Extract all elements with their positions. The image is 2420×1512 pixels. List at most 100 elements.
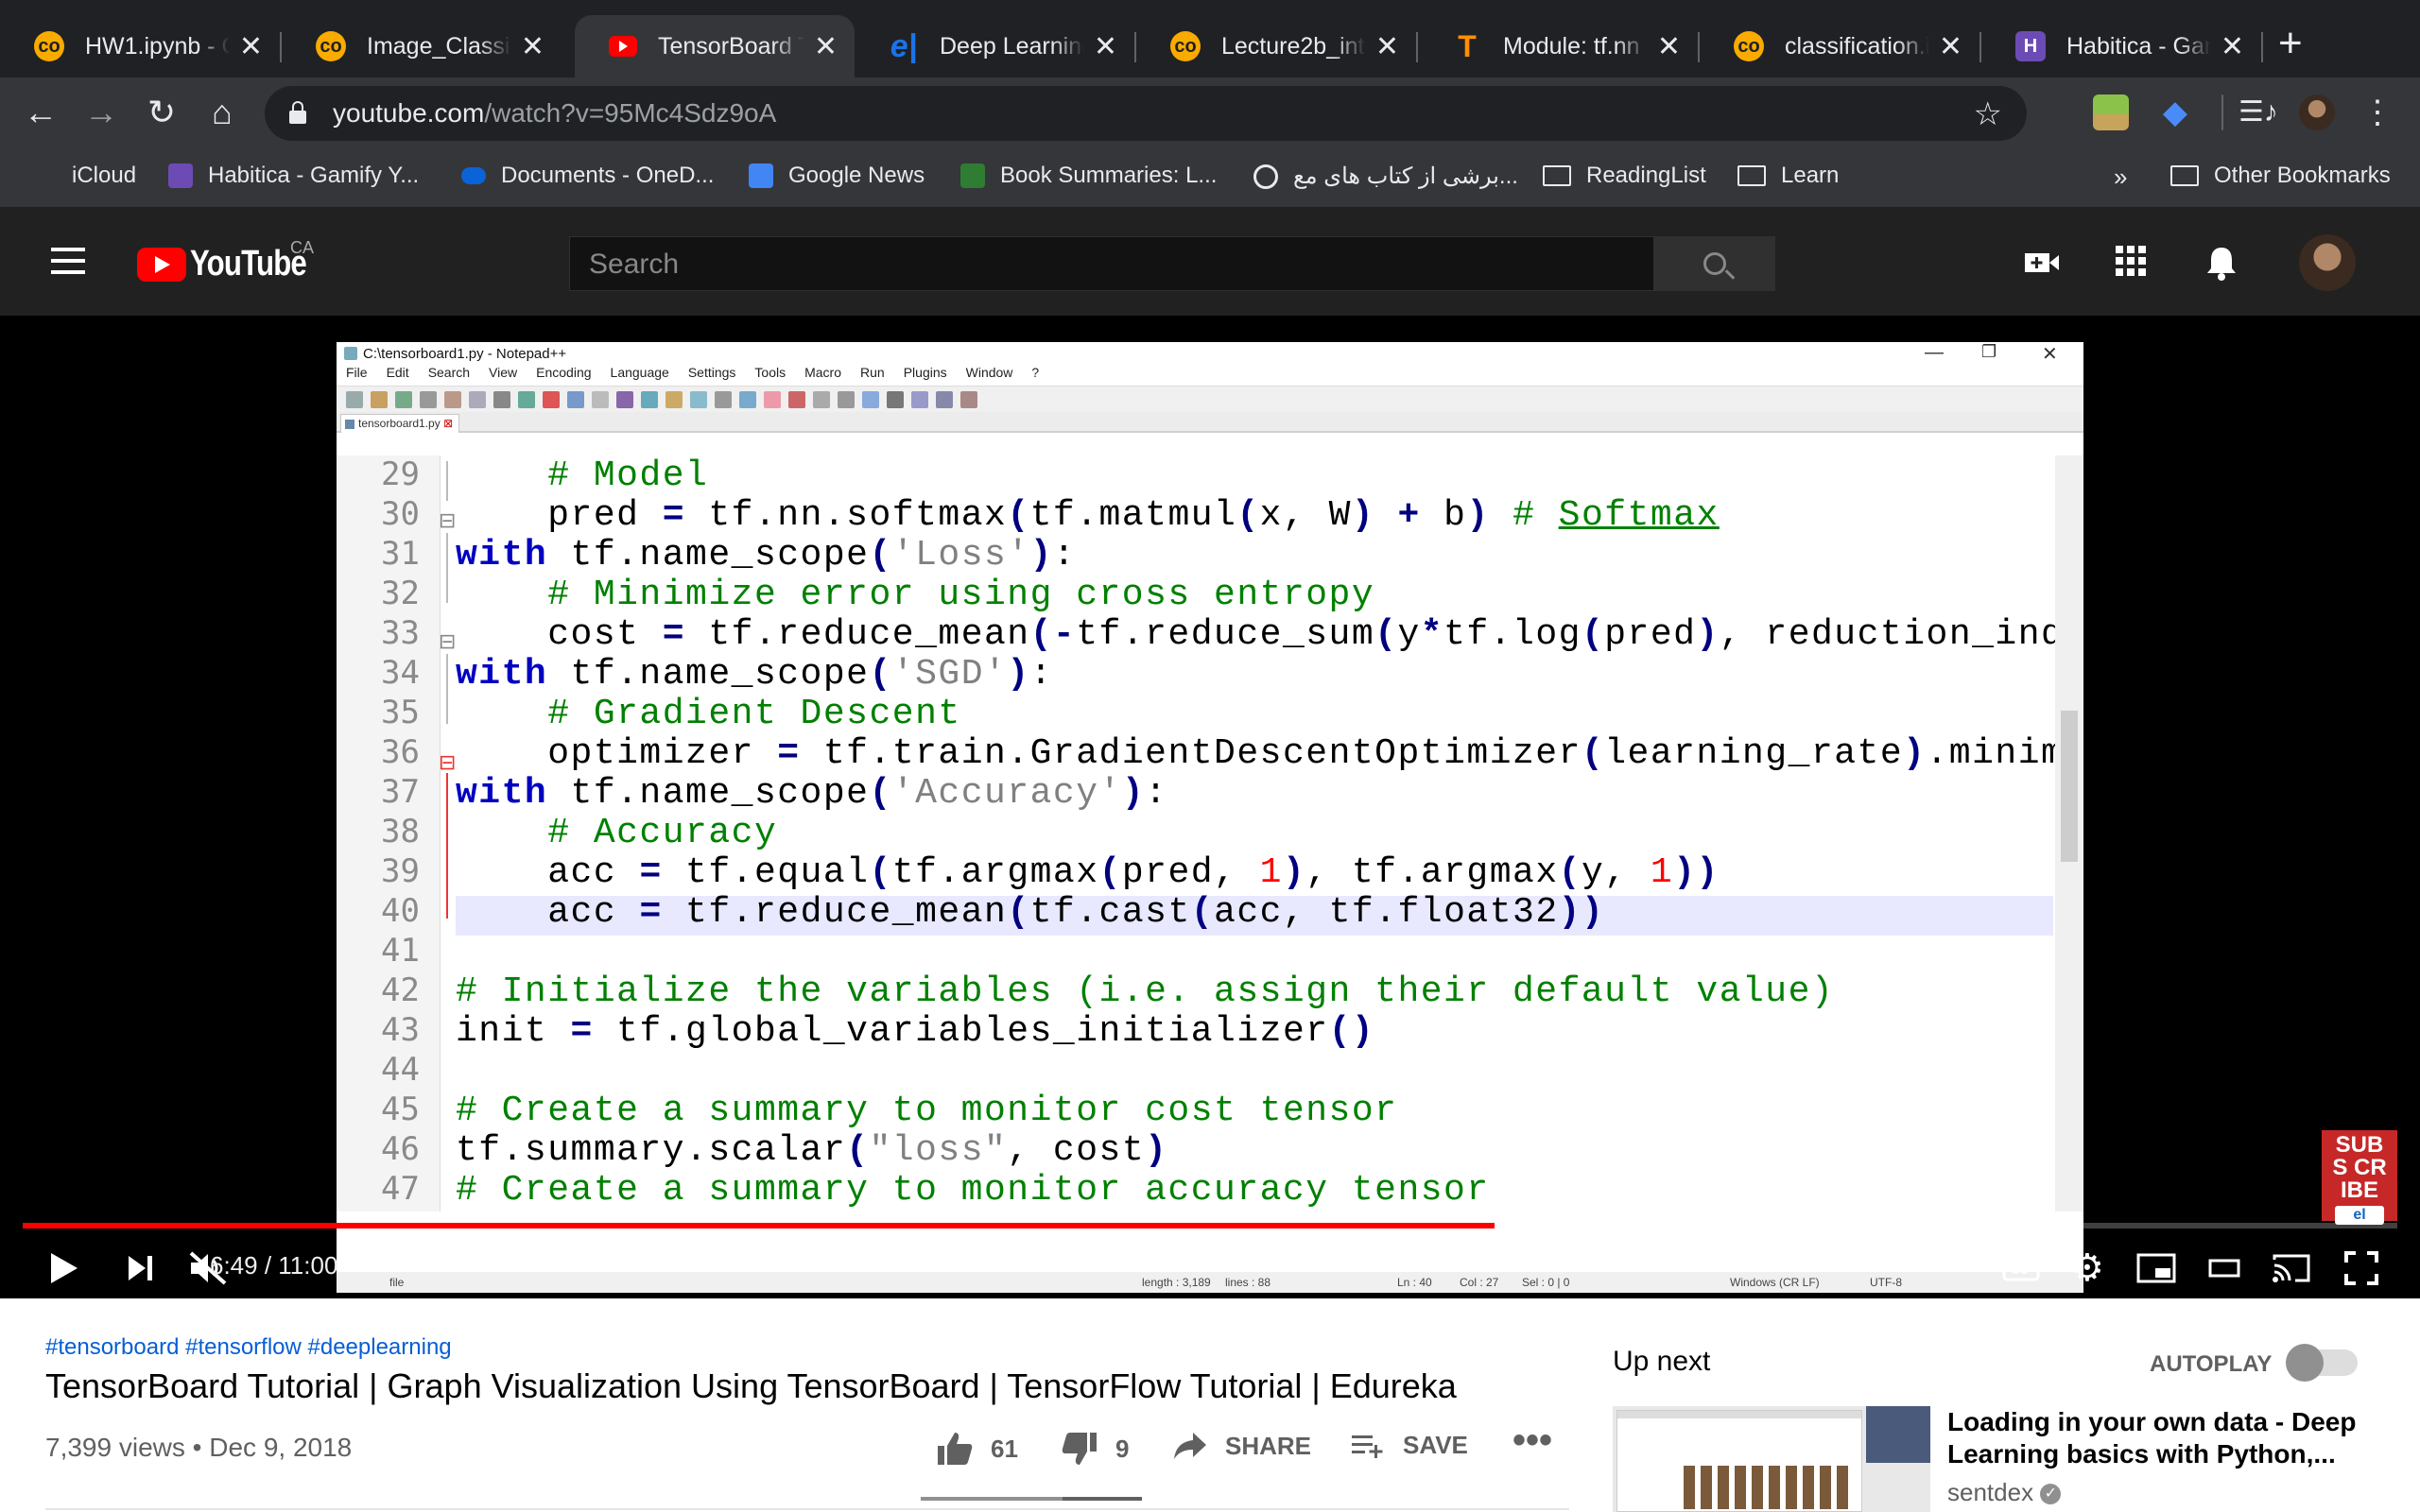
tab-tensorboard-tutorial[interactable]: TensorBoard Tu ✕: [575, 15, 855, 77]
folder-icon: [2170, 165, 2199, 186]
close-tab-icon[interactable]: ✕: [521, 30, 544, 63]
code-line: # Create a summary to monitor cost tenso…: [456, 1091, 1398, 1131]
more-actions-icon[interactable]: •••: [1512, 1419, 1552, 1462]
url-text: youtube.com/watch?v=95Mc4Sdz9oA: [333, 98, 777, 128]
playlist-add-icon: [1352, 1435, 1383, 1458]
notifications-bell-icon[interactable]: [2204, 244, 2242, 282]
like-button[interactable]: 61: [936, 1431, 1018, 1467]
cast-icon: [2273, 1254, 2310, 1282]
share-button[interactable]: SHARE: [1172, 1431, 1311, 1461]
theater-mode-button[interactable]: [2208, 1240, 2240, 1297]
fold-line-active: [446, 773, 448, 919]
captions-button[interactable]: CC: [2002, 1240, 2040, 1297]
habitica-icon: [168, 163, 193, 188]
create-video-icon[interactable]: [2023, 244, 2061, 282]
progress-bar[interactable]: [23, 1223, 2397, 1228]
tab-separator: [2261, 32, 2263, 62]
tab-classification[interactable]: co classification.ip ✕: [1700, 15, 1979, 77]
toolbar-button-icon: [493, 390, 510, 408]
address-bar[interactable]: youtube.com/watch?v=95Mc4Sdz9oA ☆: [265, 86, 2027, 141]
notepad-menu-item: Edit: [386, 365, 409, 380]
close-tab-icon[interactable]: ✕: [1094, 30, 1117, 63]
search-input[interactable]: Search: [569, 236, 1654, 291]
subscribe-watermark[interactable]: SUBS CRIBE el: [2322, 1130, 2397, 1225]
bookmark-icloud[interactable]: iCloud: [28, 163, 136, 189]
tab-image-classification[interactable]: co Image_Classific ✕: [282, 15, 562, 77]
tab-title: Module: tf.nn: [1503, 32, 1640, 60]
close-tab-icon[interactable]: ✕: [239, 30, 263, 63]
toolbar-button-icon: [887, 390, 904, 408]
notepad-menu-item: Search: [427, 365, 471, 380]
close-tab-icon[interactable]: ✕: [1939, 30, 1962, 63]
youtube-play-icon: [137, 247, 186, 282]
forward-icon[interactable]: →: [78, 89, 125, 136]
next-video-channel[interactable]: sentdex ✓: [1947, 1478, 2062, 1507]
colab-icon: co: [316, 31, 346, 61]
fullscreen-button[interactable]: [2344, 1240, 2378, 1297]
dislike-button[interactable]: 9: [1061, 1431, 1129, 1467]
bookmarks-overflow-button[interactable]: »: [2114, 163, 2127, 192]
book-icon: [960, 163, 985, 188]
bookmark-learn[interactable]: Learn: [1737, 163, 1839, 189]
close-tab-icon[interactable]: ✕: [1657, 30, 1681, 63]
folder-icon: [1543, 165, 1571, 186]
bookmark-star-icon[interactable]: ☆: [1974, 95, 2002, 133]
video-frame-notepad: C:\tensorboard1.py - Notepad++ — ❐ ✕ Fil…: [337, 342, 2083, 1293]
tab-deep-learning[interactable]: e| Deep Learning ✕: [855, 15, 1134, 77]
extension-icon[interactable]: ◆: [2157, 94, 2193, 130]
media-control-icon[interactable]: ☰♪: [2238, 94, 2278, 130]
bookmark-google-news[interactable]: Google News: [749, 163, 925, 189]
next-video-thumbnail[interactable]: [1613, 1406, 1930, 1512]
cloud-icon: [461, 167, 486, 184]
close-tab-icon[interactable]: ✕: [2221, 30, 2244, 63]
menu-icon[interactable]: ⋮: [2360, 94, 2395, 130]
back-icon[interactable]: ←: [17, 89, 64, 136]
account-avatar[interactable]: [2299, 234, 2356, 291]
scrollbar-thumb: [2061, 711, 2078, 862]
tab-tf-nn[interactable]: T Module: tf.nn ✕: [1418, 15, 1698, 77]
play-button[interactable]: [47, 1240, 81, 1297]
tab-lecture2b[interactable]: co Lecture2b_intro ✕: [1136, 15, 1416, 77]
bookmark-onedrive[interactable]: Documents - OneD...: [461, 163, 714, 189]
youtube-logo[interactable]: YouTube CA: [137, 238, 332, 284]
search-button[interactable]: [1654, 236, 1775, 291]
home-icon[interactable]: ⌂: [199, 89, 246, 136]
video-player[interactable]: C:\tensorboard1.py - Notepad++ — ❐ ✕ Fil…: [0, 316, 2420, 1298]
toolbar-button-icon: [936, 390, 953, 408]
toolbar-button-icon: [813, 390, 830, 408]
extension-icon[interactable]: [2093, 94, 2129, 130]
autoplay-toggle[interactable]: [2286, 1344, 2358, 1382]
save-button[interactable]: SAVE: [1350, 1431, 1468, 1460]
svg-text:CC: CC: [2011, 1263, 2029, 1277]
cast-button[interactable]: [2271, 1240, 2312, 1297]
code-line: # Gradient Descent: [547, 694, 961, 734]
new-tab-button[interactable]: +: [2278, 23, 2303, 64]
tab-habitica[interactable]: H Habitica - Gami ✕: [1981, 15, 2261, 77]
settings-gear-icon[interactable]: ⚙: [2070, 1240, 2104, 1297]
code-line: # Create a summary to monitor accuracy t…: [456, 1170, 1490, 1211]
next-button[interactable]: [127, 1240, 155, 1297]
fullscreen-icon: [2344, 1251, 2378, 1285]
hamburger-menu-icon[interactable]: [51, 248, 85, 274]
bookmark-readinglist[interactable]: ReadingList: [1543, 163, 1706, 189]
notepad-menu-item: Macro: [804, 365, 842, 380]
close-tab-icon[interactable]: ✕: [1375, 30, 1399, 63]
close-tab-icon[interactable]: ✕: [814, 30, 838, 63]
next-video-title[interactable]: Loading in your own data - Deep Learning…: [1947, 1406, 2382, 1470]
reload-icon[interactable]: ↻: [138, 89, 185, 136]
hashtags[interactable]: #tensorboard #tensorflow #deeplearning: [45, 1334, 452, 1361]
youtube-wordmark: YouTube: [190, 244, 307, 284]
notepad-menubar: File Edit Search View Encoding Language Settin…: [337, 365, 2083, 386]
tab-hw1[interactable]: co HW1.ipynb - Co ✕: [0, 15, 280, 77]
youtube-icon: [609, 36, 637, 57]
bookmark-habitica[interactable]: Habitica - Gamify Y...: [168, 163, 419, 189]
bookmark-book-summaries[interactable]: Book Summaries: L...: [960, 163, 1217, 189]
notepad-menu-item: File: [346, 365, 368, 380]
profile-avatar[interactable]: [2299, 94, 2335, 130]
bookmark-persian-books[interactable]: برشی از کتاب های مع...: [1253, 163, 1518, 190]
bookmark-other[interactable]: Other Bookmarks: [2170, 163, 2391, 189]
miniplayer-button[interactable]: [2136, 1240, 2176, 1297]
apps-grid-icon[interactable]: [2114, 244, 2152, 282]
line-number: 40: [381, 892, 420, 930]
time-display: 6:49 / 11:00: [210, 1251, 338, 1280]
